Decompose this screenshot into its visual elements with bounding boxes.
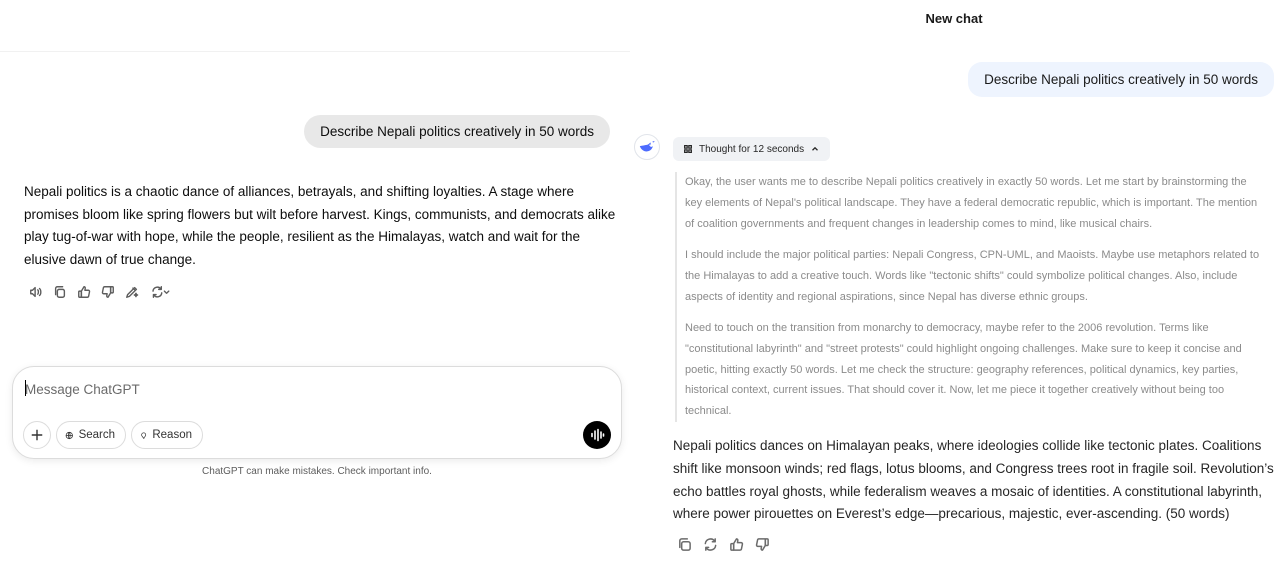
- right-assistant-answer: Nepali politics dances on Himalayan peak…: [673, 438, 1274, 522]
- text-caret: [25, 380, 26, 396]
- left-top-bar: [0, 0, 630, 52]
- regenerate-icon[interactable]: [144, 283, 176, 301]
- waveform-icon: [591, 428, 605, 442]
- search-button[interactable]: Search: [56, 421, 126, 449]
- right-user-message: Describe Nepali politics creatively in 5…: [968, 62, 1274, 97]
- left-assistant-answer: Nepali politics is a chaotic dance of al…: [24, 184, 616, 267]
- left-user-message: Describe Nepali politics creatively in 5…: [304, 115, 610, 148]
- right-message-actions: [672, 535, 774, 553]
- deepseek-pane: New chat Describe Nepali politics creati…: [630, 0, 1280, 566]
- reasoning-paragraph: Okay, the user wants me to describe Nepa…: [685, 176, 1258, 230]
- reasoning-block: Okay, the user wants me to describe Nepa…: [675, 172, 1265, 422]
- edit-canvas-icon[interactable]: [120, 283, 144, 301]
- globe-icon: [65, 431, 73, 439]
- thumbs-up-icon[interactable]: [72, 283, 96, 301]
- message-composer: Search Reason: [12, 366, 622, 459]
- attach-button[interactable]: [23, 421, 51, 449]
- voice-mode-button[interactable]: [583, 421, 611, 449]
- reasoning-paragraph: Need to touch on the transition from mon…: [685, 321, 1242, 418]
- copy-icon[interactable]: [672, 535, 696, 553]
- search-button-label: Search: [78, 429, 115, 441]
- chat-title: New chat: [925, 11, 983, 26]
- copy-icon[interactable]: [48, 283, 72, 301]
- thumbs-down-icon[interactable]: [750, 535, 774, 553]
- thumbs-down-icon[interactable]: [96, 283, 120, 301]
- thinking-icon: [684, 145, 692, 153]
- reasoning-paragraph: I should include the major political par…: [685, 248, 1260, 303]
- read-aloud-icon[interactable]: [24, 283, 48, 301]
- thumbs-up-icon[interactable]: [724, 535, 748, 553]
- chatgpt-pane: Describe Nepali politics creatively in 5…: [0, 0, 630, 566]
- deepseek-logo-icon: [634, 134, 660, 160]
- disclaimer-text: ChatGPT can make mistakes. Check importa…: [202, 466, 432, 477]
- lightbulb-icon: [141, 432, 147, 439]
- left-message-actions: [24, 283, 176, 301]
- chevron-up-icon: [812, 146, 819, 151]
- reason-button-label: Reason: [152, 429, 192, 441]
- message-input[interactable]: [25, 378, 585, 400]
- reason-button[interactable]: Reason: [131, 421, 203, 449]
- thought-toggle-button[interactable]: Thought for 12 seconds: [673, 137, 831, 161]
- plus-icon: [31, 429, 43, 441]
- regenerate-icon[interactable]: [698, 535, 722, 553]
- thought-label: Thought for 12 seconds: [699, 143, 805, 155]
